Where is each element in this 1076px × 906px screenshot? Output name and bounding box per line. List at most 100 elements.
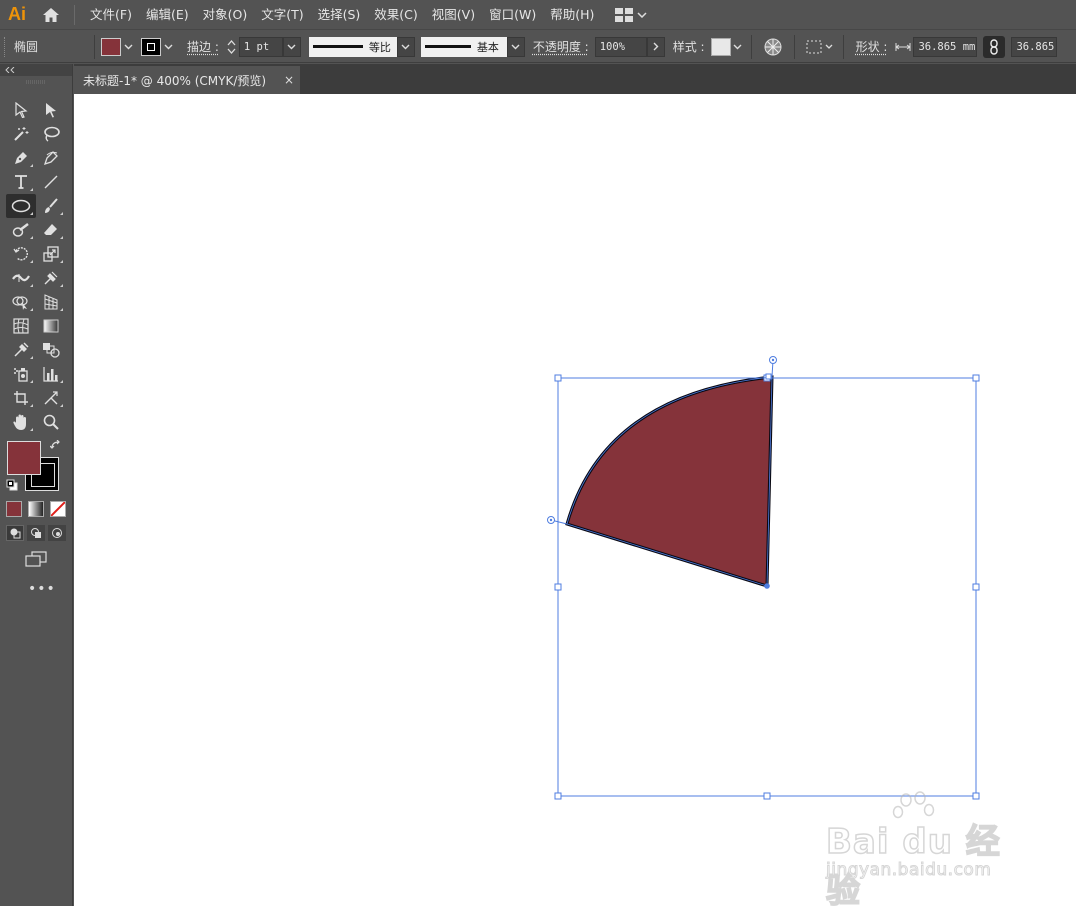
selection-tool[interactable] [36, 98, 66, 122]
blend-tool[interactable] [36, 338, 66, 362]
document-tab-bar: 未标题-1* @ 400% (CMYK/预览) × [74, 64, 1076, 94]
symbol-sprayer-tool[interactable] [6, 362, 36, 386]
brush-dropdown[interactable] [506, 36, 525, 57]
panel-grip[interactable] [0, 76, 72, 88]
variable-width-profile[interactable]: 等比 [308, 36, 397, 57]
handle-bottom-center[interactable] [763, 792, 771, 800]
handle-top-right[interactable] [972, 374, 980, 382]
hand-tool[interactable] [6, 410, 36, 434]
brush-definition[interactable]: 基本 [420, 36, 507, 57]
type-tool[interactable] [6, 170, 36, 194]
stroke-weight-stepper[interactable] [225, 38, 239, 56]
curvature-tool[interactable] [36, 146, 66, 170]
default-fill-stroke-icon[interactable] [6, 479, 18, 491]
menu-view[interactable]: 视图(V) [425, 0, 482, 30]
menu-file[interactable]: 文件(F) [83, 0, 139, 30]
menu-select[interactable]: 选择(S) [311, 0, 368, 30]
artwork [547, 356, 980, 800]
stroke-weight-field[interactable]: 1 pt [238, 36, 283, 57]
menu-effect[interactable]: 效果(C) [367, 0, 424, 30]
line-tool[interactable] [36, 170, 66, 194]
menu-help[interactable]: 帮助(H) [543, 0, 601, 30]
illustrator-window: Ai 文件(F) 编辑(E) 对象(O) 文字(T) 选择(S) 效果(C) 视… [0, 0, 1076, 906]
stroke-color-swatch[interactable] [141, 37, 161, 56]
perspective-grid-tool[interactable] [36, 290, 66, 314]
constrain-proportions-link-icon[interactable] [983, 35, 1006, 58]
draw-behind-icon[interactable] [27, 525, 45, 541]
none-mode-button[interactable] [50, 501, 66, 517]
scale-tool[interactable] [36, 242, 66, 266]
pen-tool[interactable] [6, 146, 36, 170]
chevron-down-icon[interactable] [121, 38, 135, 56]
shape-builder-tool[interactable] [6, 290, 36, 314]
artboard-tool[interactable] [6, 386, 36, 410]
pie-start-angle-dot [549, 518, 553, 522]
eyedropper-tool[interactable] [6, 338, 36, 362]
menu-separator [74, 4, 75, 25]
align-options-icon[interactable] [801, 39, 837, 55]
object-type-label: 椭圆 [14, 40, 39, 54]
menu-type[interactable]: 文字(T) [254, 0, 310, 30]
stroke-label[interactable]: 描边 : [181, 38, 225, 55]
handle-middle-right[interactable] [972, 583, 980, 591]
ellipse-tool[interactable] [6, 194, 36, 218]
brush-label: 基本 [476, 40, 499, 54]
screen-mode-icon[interactable] [25, 551, 47, 567]
shape-label[interactable]: 形状 : [850, 38, 894, 55]
divider [94, 34, 95, 59]
fill-stroke-controls [6, 440, 66, 495]
shaper-tool[interactable] [6, 218, 36, 242]
width-tool[interactable] [6, 266, 36, 290]
gradient-mode-button[interactable] [28, 501, 44, 517]
menu-window[interactable]: 窗口(W) [482, 0, 543, 30]
handle-top-left[interactable] [554, 374, 562, 382]
collapse-panel-button[interactable] [0, 64, 72, 76]
fill-swatch[interactable] [7, 441, 41, 475]
profile-dropdown[interactable] [396, 36, 415, 57]
paintbrush-tool[interactable] [36, 194, 66, 218]
handle-middle-left[interactable] [554, 583, 562, 591]
direct-selection-tool[interactable] [6, 98, 36, 122]
rotate-tool[interactable] [6, 242, 36, 266]
center-anchor-point[interactable] [764, 583, 770, 589]
swap-fill-stroke-icon[interactable] [50, 440, 62, 452]
workspace-switcher[interactable] [615, 7, 647, 22]
lasso-tool[interactable] [36, 122, 66, 146]
document-tab[interactable]: 未标题-1* @ 400% (CMYK/预览) × [74, 66, 300, 94]
opacity-label[interactable]: 不透明度 : [525, 38, 595, 55]
opacity-expand[interactable] [646, 36, 665, 57]
column-graph-tool[interactable] [36, 362, 66, 386]
eraser-tool[interactable] [36, 218, 66, 242]
slice-tool[interactable] [36, 386, 66, 410]
magic-wand-tool[interactable] [6, 122, 36, 146]
pie-sector-shape[interactable] [565, 375, 774, 589]
edit-toolbar-button[interactable]: ••• [28, 581, 56, 597]
shape-height-field[interactable]: 36.865 [1011, 36, 1058, 57]
stroke-weight-dropdown[interactable] [282, 36, 301, 57]
menu-edit[interactable]: 编辑(E) [139, 0, 196, 30]
shape-width-field[interactable]: 36.865 mm [913, 36, 978, 57]
draw-normal-icon[interactable] [6, 525, 24, 541]
zoom-tool[interactable] [36, 410, 66, 434]
graphic-style-swatch[interactable] [710, 37, 731, 56]
chevron-down-icon[interactable] [161, 38, 175, 56]
handle-bottom-left[interactable] [554, 792, 562, 800]
home-icon[interactable] [34, 0, 68, 30]
fill-color-swatch[interactable] [101, 37, 121, 56]
close-icon[interactable]: × [284, 73, 294, 87]
control-bar: 椭圆 描边 : 1 pt 等比 基本 不透明度 : 100% 样式 : 形状:… [0, 31, 1076, 63]
puppet-warp-tool[interactable] [36, 266, 66, 290]
style-label: 样式 : [672, 40, 705, 54]
color-mode-button[interactable] [6, 501, 22, 517]
anchor-point-top[interactable] [765, 373, 772, 380]
gradient-tool[interactable] [36, 314, 66, 338]
recolor-artwork-icon[interactable] [758, 38, 788, 56]
artboard-canvas[interactable]: Bai du 经验 jingyan.baidu.com [74, 94, 1076, 906]
draw-inside-icon[interactable] [48, 525, 66, 541]
mesh-tool[interactable] [6, 314, 36, 338]
divider [842, 34, 844, 59]
document-tab-title: 未标题-1* @ 400% (CMYK/预览) [83, 73, 267, 88]
opacity-field[interactable]: 100% [594, 36, 647, 57]
menu-object[interactable]: 对象(O) [196, 0, 255, 30]
chevron-down-icon[interactable] [731, 38, 745, 56]
